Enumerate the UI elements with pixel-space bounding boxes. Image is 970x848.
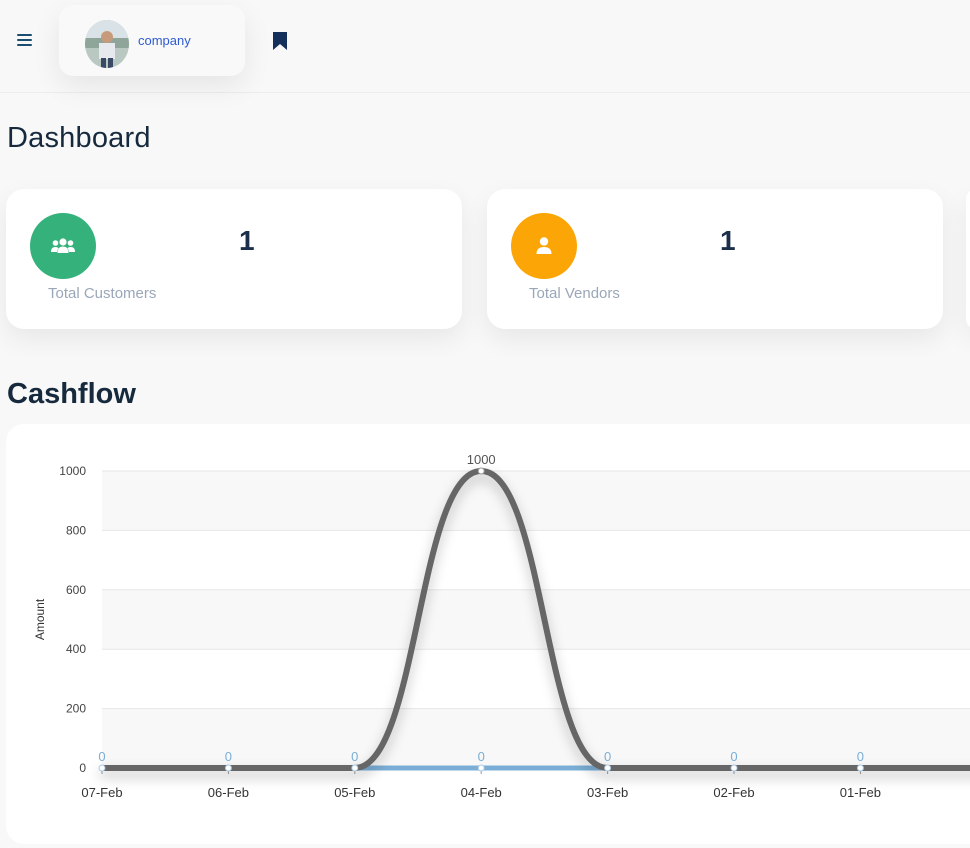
total-vendors-label: Total Vendors [529,285,620,302]
data-label-zero: 0 [857,749,864,764]
data-label-zero: 0 [98,749,105,764]
cashflow-chart: 0 200 400 600 800 1000 Amount 07-Feb 06-Feb 05-Fe… [33,452,970,800]
x-tick-label: 05-Feb [334,785,375,800]
x-tick-label: 02-Feb [713,785,754,800]
hamburger-menu-icon[interactable] [17,31,39,51]
cashflow-title: Cashflow [7,378,136,410]
top-bar: company [0,0,970,93]
y-tick-label: 800 [66,523,86,537]
cashflow-chart-card: 0 200 400 600 800 1000 Amount 07-Feb 06-Feb 05-Fe… [6,424,970,844]
data-label-peak: 1000 [467,452,496,467]
stat-card-partial [966,189,970,329]
x-tick-label: 04-Feb [461,785,502,800]
data-label-zero: 0 [351,749,358,764]
total-vendors-value: 1 [720,225,736,256]
data-point [604,764,612,772]
bookmark-icon[interactable] [272,31,288,51]
y-axis-label: Amount [33,598,47,640]
y-tick-label: 0 [79,761,86,775]
data-point [730,764,738,772]
profile-card[interactable]: company [59,5,245,76]
x-tick-label: 07-Feb [81,785,122,800]
data-point [224,764,232,772]
data-point [856,764,864,772]
data-label-zero: 0 [730,749,737,764]
x-tick-label: 06-Feb [208,785,249,800]
y-tick-label: 200 [66,702,86,716]
data-label-zero: 0 [604,749,611,764]
y-tick-label: 600 [66,583,86,597]
users-icon [30,213,96,279]
y-tick-label: 1000 [59,464,86,478]
page-title: Dashboard [7,122,151,154]
total-customers-card[interactable]: 1 Total Customers [6,189,462,329]
avatar[interactable] [85,20,129,68]
grid-band [102,471,970,531]
y-tick-label: 400 [66,642,86,656]
total-customers-value: 1 [239,225,255,256]
data-point-peak [477,467,485,475]
data-point [98,764,106,772]
data-label-zero: 0 [225,749,232,764]
x-tick-label: 01-Feb [840,785,881,800]
total-customers-label: Total Customers [48,285,157,302]
company-name[interactable]: company [138,33,191,48]
data-point [477,764,485,772]
grid-band [102,589,970,650]
x-tick-label: 03-Feb [587,785,628,800]
grid-band [102,708,970,768]
total-vendors-card[interactable]: 1 Total Vendors [487,189,943,329]
data-label-zero: 0 [478,749,485,764]
user-icon [511,213,577,279]
data-point [351,764,359,772]
